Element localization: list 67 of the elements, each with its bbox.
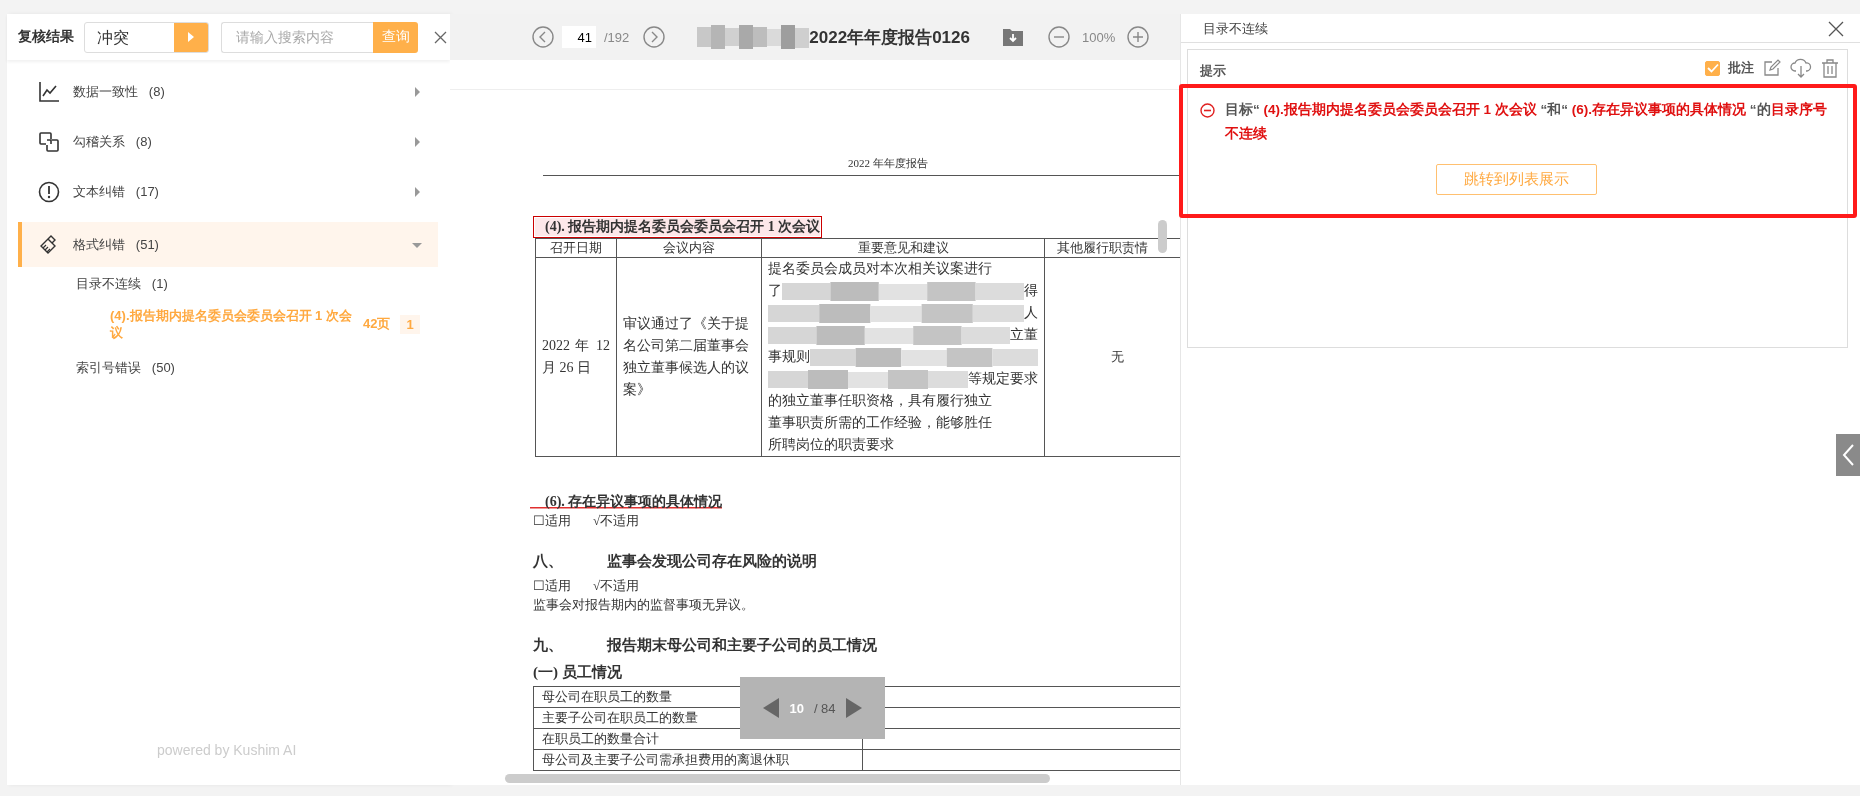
download-icon[interactable]: [1001, 26, 1024, 48]
table-header-cell: 重要意见和建议: [761, 238, 1045, 258]
trash-icon[interactable]: [1821, 58, 1839, 78]
category-item[interactable]: 文本纠错 (17): [18, 167, 438, 217]
subcategory-item[interactable]: 目录不连续 (1): [7, 267, 450, 301]
zoom-in-icon[interactable]: [1127, 26, 1150, 48]
checkbox-label: 批注: [1728, 59, 1754, 77]
category-label: 数据一致性 (8): [73, 83, 166, 101]
section-title: 监事会发现公司存在风险的说明: [607, 552, 817, 571]
next-page-icon[interactable]: [643, 26, 666, 48]
line-chart-icon: [38, 81, 60, 103]
document-title: 2022年年度报告0126: [809, 26, 970, 49]
previous-page-icon[interactable]: [532, 26, 554, 48]
section-label: 提示: [1200, 62, 1226, 80]
page-number-field[interactable]: 41: [562, 26, 596, 48]
category-label: 格式纠错 (51): [73, 235, 160, 254]
issue-card[interactable]: 目标“ (4).报告期内提名委员会委员会召开 1 次会议 “和“ (6).存在异议事项的具体情况 “的目录序号不连续 跳转到列表展示: [1179, 84, 1857, 218]
previous-icon[interactable]: [763, 698, 780, 718]
checkbox[interactable]: [1705, 60, 1720, 76]
edit-icon[interactable]: [1763, 59, 1781, 77]
paragraph-text: 监事会对报告期内的监督事项无异议。: [533, 596, 755, 614]
minus-circle-icon: [1200, 103, 1215, 118]
caret-right-icon: [412, 137, 422, 147]
zoom-out-icon[interactable]: [1047, 26, 1070, 48]
close-icon[interactable]: [434, 30, 447, 44]
panel-title: 复核结果: [18, 28, 75, 46]
table-cell: 审议通过了《关于提名公司第二届董事会独立董事候选人的议案》: [616, 257, 762, 457]
section-number: 九、: [533, 636, 563, 655]
page-total: /192: [604, 29, 630, 45]
section-title: 报告期末母公司和主要子公司的员工情况: [607, 636, 877, 655]
collapse-handle[interactable]: [1836, 434, 1860, 476]
next-icon[interactable]: [845, 698, 862, 718]
scrollbar-thumb[interactable]: [1158, 220, 1167, 253]
option-text: √不适用: [593, 577, 640, 595]
zoom-level: 100%: [1081, 29, 1116, 45]
issue-message: 目标“ (4).报告期内提名委员会委员会召开 1 次会议 “和“ (6).存在异议事项的具体情况 “的目录序号不连续: [1225, 101, 1828, 143]
subcategory-item[interactable]: 索引号错误 (50): [7, 351, 450, 385]
search-field[interactable]: 请输入搜索内容: [221, 21, 373, 53]
option-text: √不适用: [593, 512, 640, 530]
option-text: ☐适用: [533, 512, 571, 530]
document-heading: (4). 报告期内提名委员会委员会召开 1 次会议: [535, 218, 821, 236]
category-item[interactable]: 勾稽关系 (8): [18, 117, 438, 167]
caret-right-icon: [412, 87, 422, 97]
caret-icon: [187, 32, 195, 42]
scrollbar-thumb[interactable]: [505, 774, 1050, 783]
category-item[interactable]: 格式纠错 (51): [18, 222, 438, 267]
filter-dropdown[interactable]: 冲突: [84, 21, 209, 53]
table-cell: 提名委员会成员对本次相关议案进行 了 得 人 立董 事规则 等规定要求 的独立董事任职资格，具有履行独立 董事职责所需的工作经验，能够胜任 所聘岗位的职责要求: [761, 257, 1045, 457]
panel-title: 目录不连续: [1203, 20, 1268, 38]
cloud-download-icon[interactable]: [1790, 58, 1812, 78]
alert-icon: [38, 181, 60, 203]
document-heading: (6). 存在异议事项的具体情况: [530, 493, 723, 511]
document-subheading: (一) 员工情况: [533, 663, 623, 682]
category-label: 勾稽关系 (8): [73, 133, 153, 151]
option-text: ☐适用: [533, 577, 571, 595]
caret-right-icon: [412, 187, 422, 197]
link-squares-icon: [38, 131, 60, 153]
close-icon[interactable]: [1828, 21, 1844, 37]
table-cell: 母公司及主要子公司需承担费用的离退休职: [533, 749, 863, 771]
section-number: 八、: [533, 552, 563, 571]
category-label: 文本纠错 (17): [73, 183, 160, 201]
chevron-left-icon: [1842, 444, 1854, 466]
table-header-cell: 会议内容: [616, 238, 762, 258]
category-item[interactable]: 数据一致性 (8): [18, 67, 438, 117]
count-badge: 1: [400, 314, 420, 334]
table-header-cell: 召开日期: [535, 238, 617, 258]
table-cell: 2022 年 12 月 26 日: [535, 257, 617, 457]
